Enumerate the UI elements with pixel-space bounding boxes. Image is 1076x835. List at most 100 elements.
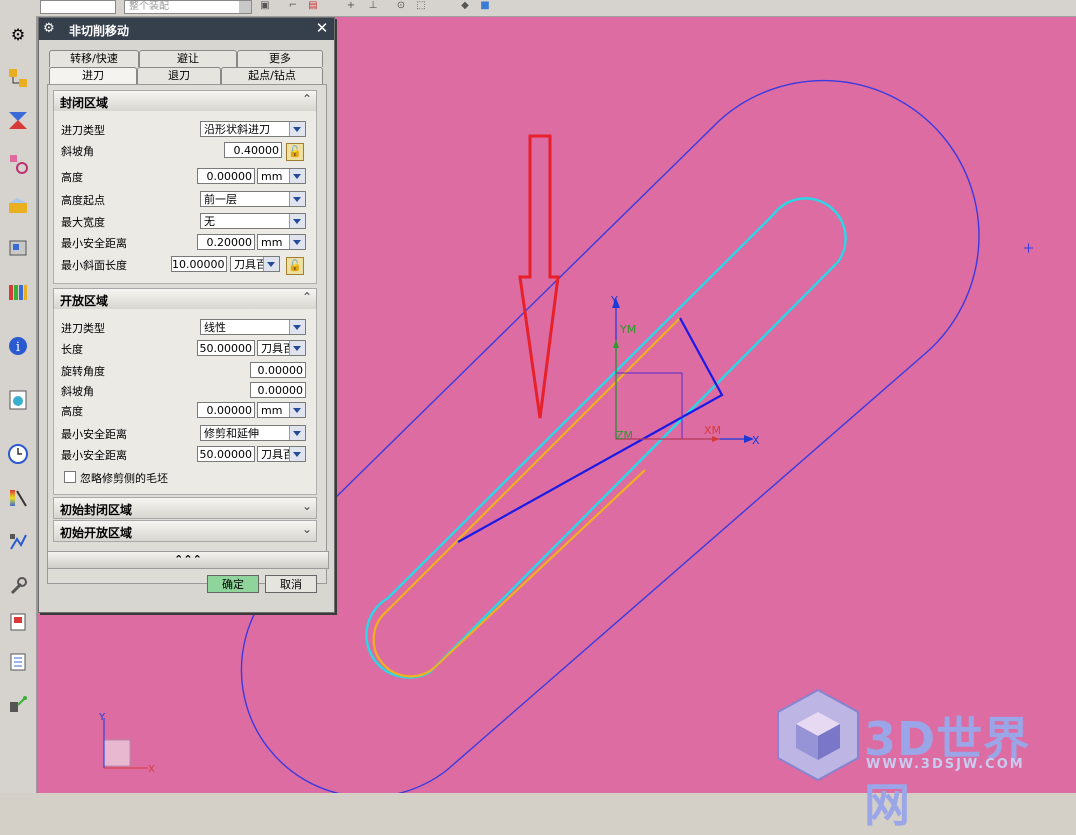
operation-navigator-icon[interactable]: [5, 64, 31, 92]
wrench-icon[interactable]: [5, 572, 31, 600]
ok-button[interactable]: 确定: [207, 575, 259, 593]
closed-min-ramp-length-label: 最小斜面长度: [61, 259, 127, 272]
select-filter-icon[interactable]: ⌐: [286, 0, 300, 12]
expand-down-icon[interactable]: ⌄: [302, 522, 312, 536]
tab-avoidance[interactable]: 避让: [139, 50, 237, 67]
watermark-logo: [777, 688, 859, 782]
filter-combo[interactable]: [40, 0, 116, 14]
cube-icon[interactable]: ■: [478, 0, 492, 12]
tab-engage[interactable]: 进刀: [49, 67, 137, 84]
closed-height-unit-select[interactable]: mm: [257, 168, 306, 184]
lock-icon[interactable]: 🔓: [286, 143, 304, 161]
pin-icon[interactable]: ⊥: [366, 0, 380, 12]
open-length-unit-select[interactable]: 刀具百: [257, 340, 306, 356]
collapse-up-icon[interactable]: ⌃: [302, 290, 312, 304]
open-engage-type-select[interactable]: 线性: [200, 319, 306, 335]
closed-height-label: 高度: [61, 171, 83, 184]
closed-height-input[interactable]: 0.00000: [197, 168, 255, 184]
tab-transfer[interactable]: 转移/快速: [49, 50, 139, 67]
closed-height-from-label: 高度起点: [61, 194, 105, 207]
closed-engage-type-select[interactable]: 沿形状斜进刀: [200, 121, 306, 137]
open-ramp-angle-input[interactable]: 0.00000: [250, 382, 306, 398]
corner-x-label: X: [148, 764, 155, 775]
tool-path-icon[interactable]: [5, 528, 31, 556]
initial-closed-area-header[interactable]: 初始封闭区域 ⌄: [53, 497, 317, 519]
x-axis-label: X: [752, 434, 760, 447]
chevron-down-icon: [289, 214, 305, 228]
closed-min-ramp-length-unit-select[interactable]: 刀具百: [230, 256, 280, 272]
tab-start-drill-points[interactable]: 起点/钻点: [221, 67, 323, 84]
list-icon[interactable]: [5, 648, 31, 676]
closed-min-ramp-length-input[interactable]: 10.00000: [171, 256, 227, 272]
open-height-unit-select[interactable]: mm: [257, 402, 306, 418]
corner-y-label: Y: [98, 712, 106, 723]
open-clearance-mode-select[interactable]: 修剪和延伸: [200, 425, 306, 441]
tab-retract[interactable]: 退刀: [137, 67, 221, 84]
web-browser-icon[interactable]: [5, 386, 31, 414]
open-clearance-mode-label: 最小安全距离: [61, 428, 127, 441]
open-rotation-angle-label: 旋转角度: [61, 365, 105, 378]
zm-axis-label: ZM: [616, 429, 633, 442]
closed-area-header[interactable]: 封闭区域 ⌃: [53, 90, 317, 112]
closed-max-width-select[interactable]: 无: [200, 213, 306, 229]
machine-tool-icon[interactable]: [5, 106, 31, 134]
open-height-input[interactable]: 0.00000: [197, 402, 255, 418]
open-min-clearance-unit-select[interactable]: 刀具百: [257, 446, 306, 462]
report-icon[interactable]: [5, 608, 31, 636]
crosshair: [1024, 243, 1033, 253]
xm-axis-label: XM: [704, 424, 721, 437]
cancel-button[interactable]: 取消: [265, 575, 317, 593]
closed-ramp-angle-input[interactable]: 0.40000: [224, 142, 282, 158]
visualization-icon[interactable]: [5, 484, 31, 512]
gear-icon[interactable]: ⚙: [43, 21, 59, 37]
closed-height-from-select[interactable]: 前一层: [200, 191, 306, 207]
closed-min-clearance-input[interactable]: 0.20000: [197, 234, 255, 250]
closed-engage-type-label: 进刀类型: [61, 124, 105, 137]
dialog-title: 非切削移动: [69, 24, 130, 38]
chevron-down-icon: [289, 320, 305, 334]
closed-max-width-label: 最大宽度: [61, 216, 105, 229]
box-select-icon[interactable]: ⬚: [414, 0, 428, 12]
close-icon[interactable]: ✕: [314, 20, 330, 36]
open-engage-type-label: 进刀类型: [61, 322, 105, 335]
snap-icon[interactable]: ▣: [258, 0, 272, 12]
history-icon[interactable]: [5, 440, 31, 468]
library-icon[interactable]: [5, 278, 31, 306]
open-length-label: 长度: [61, 343, 83, 356]
open-rotation-angle-input[interactable]: 0.00000: [250, 362, 306, 378]
assembly-scope-combo[interactable]: 整个装配: [124, 0, 252, 14]
expand-down-icon[interactable]: ⌄: [302, 499, 312, 513]
highlight-icon[interactable]: ▤: [306, 0, 320, 12]
chevron-down-icon: [263, 257, 279, 271]
circle-icon[interactable]: ⊙: [394, 0, 408, 12]
ignore-blank-checkbox[interactable]: [64, 471, 76, 483]
watermark-url: WWW.3DSJW.COM: [866, 757, 1025, 772]
open-ramp-angle-label: 斜坡角: [61, 385, 94, 398]
shaded-icon[interactable]: ◆: [458, 0, 472, 12]
geometry-icon[interactable]: [5, 150, 31, 178]
chevron-down-icon: [289, 169, 305, 183]
chevron-down-icon: [289, 426, 305, 440]
open-area-header[interactable]: 开放区域 ⌃: [53, 288, 317, 310]
closed-ramp-angle-label: 斜坡角: [61, 145, 94, 158]
open-min-clearance-input[interactable]: 50.00000: [197, 446, 255, 462]
orange-path: [372, 317, 681, 678]
collapse-more-options[interactable]: ⌃⌃⌃: [47, 551, 329, 569]
chevron-down-icon: [289, 447, 305, 461]
closed-min-clearance-unit-select[interactable]: mm: [257, 234, 306, 250]
collapse-up-icon[interactable]: ⌃: [302, 92, 312, 106]
method-icon[interactable]: [5, 192, 31, 220]
point-icon[interactable]: +: [344, 0, 358, 12]
open-length-input[interactable]: 50.00000: [197, 340, 255, 356]
info-icon[interactable]: i: [5, 332, 31, 360]
ym-axis-label: YM: [619, 323, 636, 336]
tab-more[interactable]: 更多: [237, 50, 323, 67]
initial-open-area-header[interactable]: 初始开放区域 ⌄: [53, 520, 317, 542]
post-process-icon[interactable]: [5, 690, 31, 718]
chevron-down-icon: [289, 235, 305, 249]
settings-icon[interactable]: ⚙: [5, 20, 31, 48]
lock-icon[interactable]: 🔓: [286, 257, 304, 275]
dialog-titlebar[interactable]: ⚙ 非切削移动 ✕: [39, 18, 334, 40]
open-min-clearance-label: 最小安全距离: [61, 449, 127, 462]
part-navigator-icon[interactable]: [5, 234, 31, 262]
